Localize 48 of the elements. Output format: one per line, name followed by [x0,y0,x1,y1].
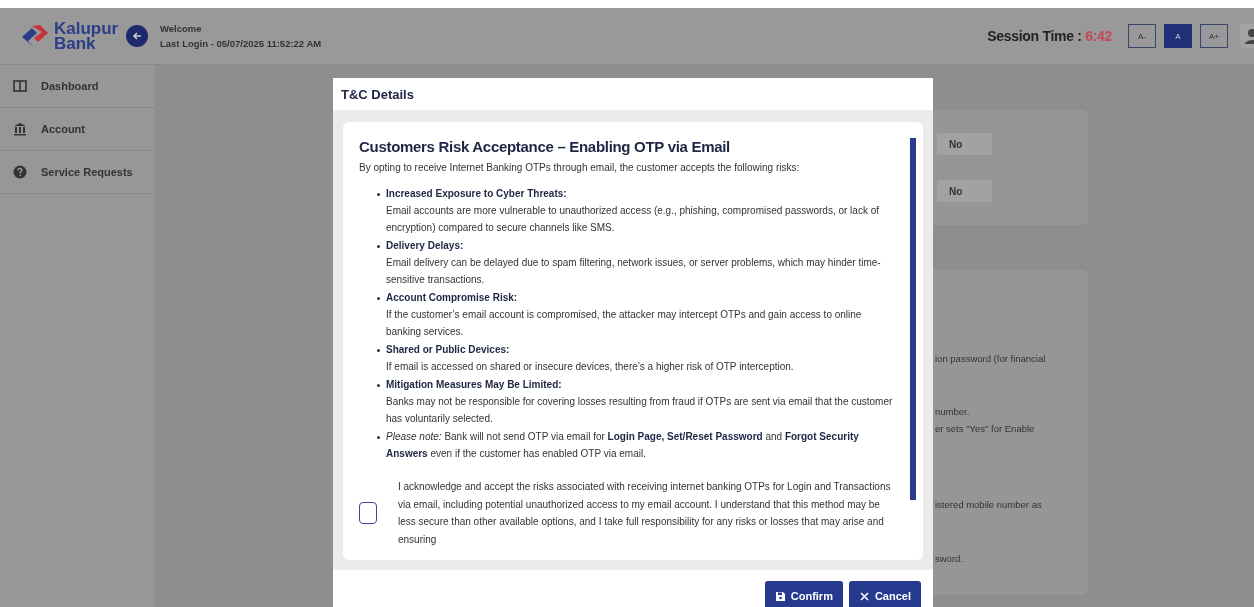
risk-description: Email delivery can be delayed due to spam filtering, network issues, or server problems, which may hinder time-sensitive transactions. [386,256,882,287]
cancel-button[interactable]: Cancel [848,581,921,607]
back-arrow-icon [132,31,142,41]
risk-title: Shared or Public Devices: [386,343,511,357]
bank-icon [13,122,27,136]
risk-title: Account Compromise Risk: [386,291,519,305]
info-text: sword. [935,553,964,566]
dialog-title: T&C Details [333,78,933,110]
risk-description: Email accounts are more vulnerable to unauthorized access (e.g., phishing, compromised passwords, or lack of encryption) compared to secure channels like SMS. [386,204,881,235]
scrollbar[interactable] [910,138,916,500]
value-field: No [937,133,992,155]
dashboard-icon [13,79,27,93]
bullet-icon [377,384,380,387]
welcome-text: Welcome [160,23,203,34]
risk-title: Mitigation Measures May Be Limited: [386,378,563,392]
terms-heading: Customers Risk Acceptance – Enabling OTP via Email [359,138,731,155]
font-size-button[interactable]: A [1164,24,1192,48]
risk-description: If email is accessed on shared or insecure devices, there’s a higher risk of OTP interception. [386,360,794,374]
info-text: ion password (for financial [935,353,1047,366]
risk-title: Increased Exposure to Cyber Threats: [386,187,568,201]
checkbox[interactable] [359,502,377,524]
logo-text: Kalupur [54,21,119,36]
logo-text: Bank [54,36,96,51]
bullet-icon [377,436,380,439]
bullet-icon [377,193,380,196]
risk-description: If the customer’s email account is compromised, the attacker may intercept OTPs and gain access to online banking services. [386,308,863,339]
logo-icon [20,23,50,49]
last-login-text: Last Login - 05/07/2025 11:52:22 AM [160,38,322,49]
note-text: Please note: Bank will not send OTP via email for Login Page, Set/Reset Password and Forgot Security Answers even if the customer has enabled OTP via email. [386,430,860,461]
acknowledgement-text: I acknowledge and accept the risks associated with receiving internet banking OTPs for Login and Transactions via email, including potential unauthorized access to my email account. I understand that this method may be less secure than other available options, and I take full responsibility for any risks or losses that may arise and ensuring [398,480,892,547]
bullet-icon [377,349,380,352]
risk-description: Banks may not be responsible for covering losses resulting from fraud if OTPs are sent via email that the customer has voluntarily selected. [386,395,893,426]
risk-title: Delivery Delays: [386,239,465,253]
info-text: number. [935,406,971,419]
save-icon [774,590,786,602]
back-button[interactable] [126,25,148,47]
bullet-icon [377,297,380,300]
bullet-icon [377,245,380,248]
intro-text: By opting to receive Internet Banking OTPs through email, the customer accepts the following risks: [359,162,801,173]
confirm-button[interactable]: Confirm [764,581,843,607]
font-size-button[interactable]: A- [1128,24,1156,48]
info-text: er sets "Yes" for Enable [935,423,1036,436]
value-field: No [937,180,992,202]
session-time: Session Time : 6:42 [987,28,1112,44]
font-size-button[interactable]: A+ [1200,24,1228,48]
help-icon [13,165,27,179]
info-text: istered mobile number as [935,499,1043,512]
close-icon [858,590,870,602]
